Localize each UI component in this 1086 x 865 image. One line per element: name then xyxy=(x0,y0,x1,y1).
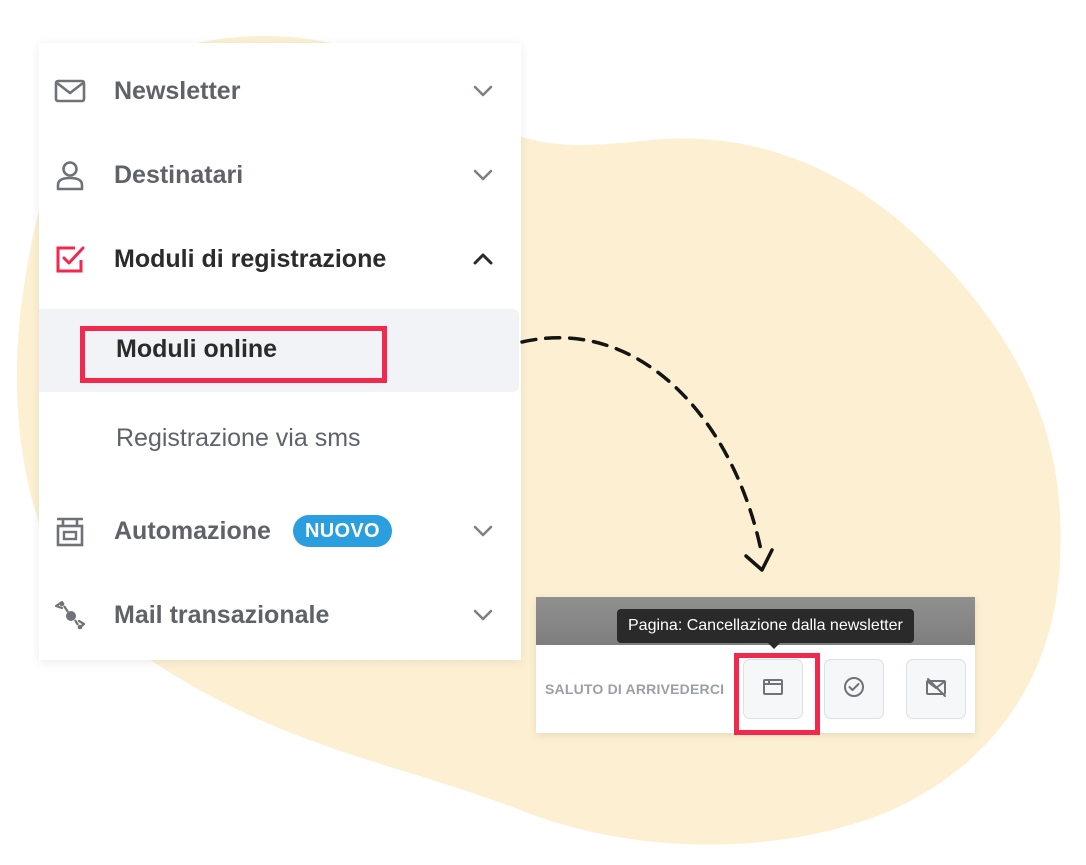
menu-item-automazione[interactable]: Automazione NUOVO xyxy=(39,489,521,573)
submenu-item-label: Moduli online xyxy=(116,335,278,363)
menu-item-newsletter[interactable]: Newsletter xyxy=(39,49,521,133)
submenu-item-moduli-online[interactable]: Moduli online xyxy=(39,309,519,392)
tooltip-arrow xyxy=(768,643,780,649)
tooltip: Pagina: Cancellazione dalla newsletter xyxy=(617,609,914,643)
chevron-down-icon[interactable] xyxy=(471,163,495,187)
menu-item-mail-transazionale[interactable]: Mail transazionale xyxy=(39,573,521,657)
confirm-page-button[interactable] xyxy=(824,659,884,719)
new-badge: NUOVO xyxy=(293,515,392,547)
page-icon xyxy=(761,675,785,704)
section-label: SALUTO DI ARRIVEDERCI xyxy=(545,681,725,697)
menu-item-label: Newsletter xyxy=(114,76,241,105)
menu-item-destinatari[interactable]: Destinatari xyxy=(39,133,521,217)
no-mail-icon xyxy=(924,675,948,704)
no-mail-button[interactable] xyxy=(906,659,966,719)
user-icon xyxy=(53,158,87,192)
submenu-item-registrazione-sms[interactable]: Registrazione via sms xyxy=(39,398,519,478)
menu-item-label: Destinatari xyxy=(114,160,244,189)
screenshot-stage: Newsletter Destinatari Moduli di registr… xyxy=(0,0,1086,865)
mail-icon xyxy=(53,74,87,108)
transactional-icon xyxy=(53,598,87,632)
check-circle-icon xyxy=(842,675,866,704)
form-check-icon xyxy=(53,242,87,276)
page-button[interactable] xyxy=(743,659,803,719)
unsubscribe-page-panel: Pagina: Cancellazione dalla newsletter S… xyxy=(536,597,975,735)
chevron-down-icon[interactable] xyxy=(471,519,495,543)
chevron-up-icon[interactable] xyxy=(471,247,495,271)
chevron-down-icon[interactable] xyxy=(471,79,495,103)
submenu-item-label: Registrazione via sms xyxy=(116,424,361,452)
menu-item-label: Automazione xyxy=(114,516,271,545)
menu-item-moduli-registrazione[interactable]: Moduli di registrazione xyxy=(39,217,521,301)
menu-item-label: Moduli di registrazione xyxy=(114,244,387,273)
automation-icon xyxy=(53,514,87,548)
menu-item-label: Mail transazionale xyxy=(114,600,330,629)
chevron-down-icon[interactable] xyxy=(471,603,495,627)
navigation-menu: Newsletter Destinatari Moduli di registr… xyxy=(39,43,521,660)
